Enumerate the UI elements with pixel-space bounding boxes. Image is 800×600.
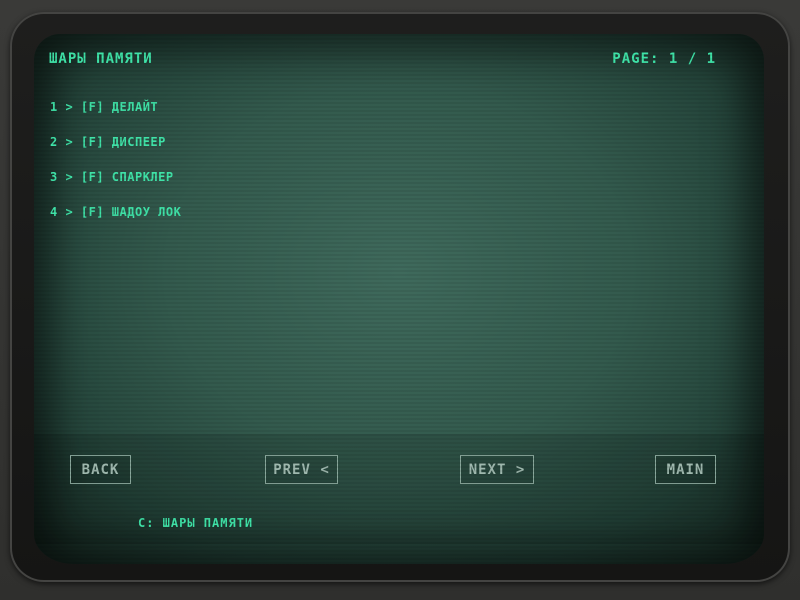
terminal-screen: ШАРЫ ПАМЯТИ PAGE: 1 / 1 1 > [F] ДЕЛАЙТ 2… (34, 34, 764, 564)
command-line: C: ШАРЫ ПАМЯТИ (138, 516, 254, 530)
list-item[interactable]: 1 > [F] ДЕЛАЙТ (50, 100, 181, 135)
prev-button[interactable]: PREV < (265, 455, 338, 484)
list-item[interactable]: 2 > [F] ДИСПЕЕР (50, 135, 181, 170)
list-item[interactable]: 3 > [F] СПАРКЛЕР (50, 170, 181, 205)
memory-list: 1 > [F] ДЕЛАЙТ 2 > [F] ДИСПЕЕР 3 > [F] С… (50, 100, 181, 240)
next-button[interactable]: NEXT > (460, 455, 534, 484)
list-item[interactable]: 4 > [F] ШАДОУ ЛОК (50, 205, 181, 240)
page-indicator: PAGE: 1 / 1 (612, 51, 716, 67)
page-title: ШАРЫ ПАМЯТИ (49, 51, 153, 67)
main-button[interactable]: MAIN (655, 455, 716, 484)
back-button[interactable]: BACK (70, 455, 131, 484)
